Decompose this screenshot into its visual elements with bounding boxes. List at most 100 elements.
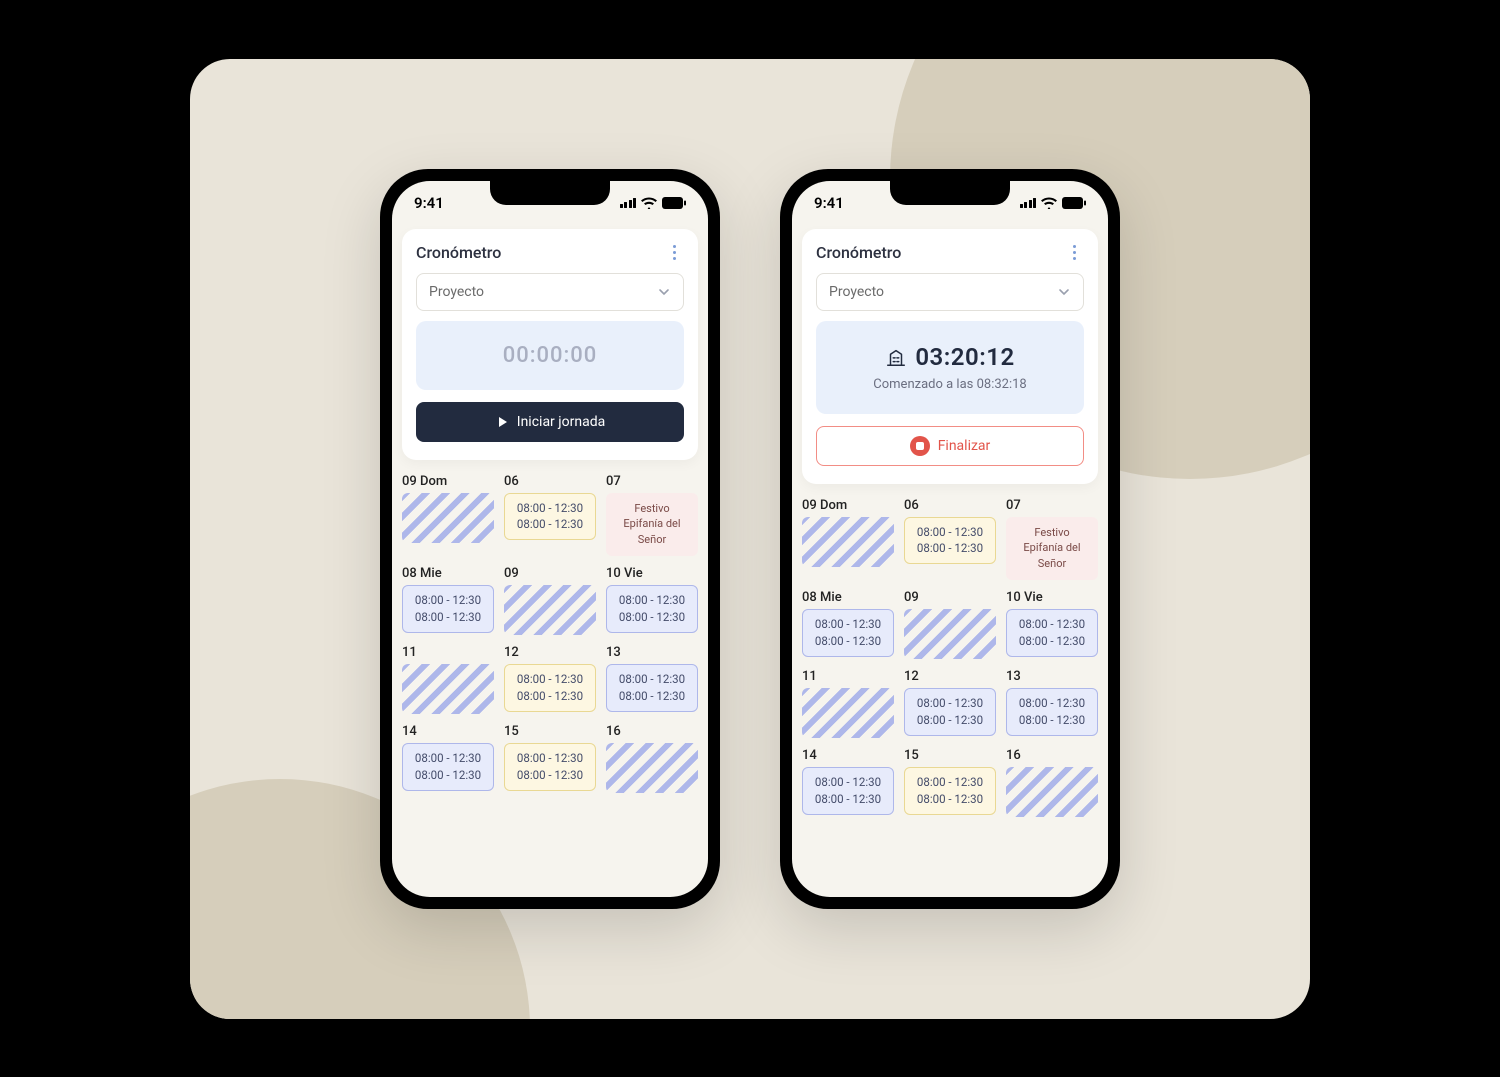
slot-line: 08:00 - 12:30 — [1019, 616, 1085, 633]
shift-slot[interactable]: 08:00 - 12:3008:00 - 12:30 — [1006, 609, 1098, 656]
day-unavailable — [904, 609, 996, 659]
slot-line: 08:00 - 12:30 — [917, 791, 983, 808]
calendar-cell[interactable]: 1508:00 - 12:3008:00 - 12:30 — [504, 724, 596, 793]
day-label: 07 — [1006, 498, 1098, 513]
shift-slot[interactable]: 08:00 - 12:3008:00 - 12:30 — [606, 664, 698, 711]
calendar-cell[interactable]: 09 — [904, 590, 996, 659]
cellular-icon — [1020, 198, 1037, 208]
stop-workday-button[interactable]: Finalizar — [816, 426, 1084, 466]
shift-slot[interactable]: 08:00 - 12:3008:00 - 12:30 — [402, 743, 494, 790]
calendar-cell[interactable]: 16 — [1006, 748, 1098, 817]
day-label: 06 — [504, 474, 596, 489]
shift-slot[interactable]: 08:00 - 12:3008:00 - 12:30 — [504, 664, 596, 711]
day-label: 15 — [904, 748, 996, 763]
slot-line: 08:00 - 12:30 — [815, 774, 881, 791]
day-label: 10 Vie — [606, 566, 698, 581]
slot-line: 08:00 - 12:30 — [517, 516, 583, 533]
day-unavailable — [402, 664, 494, 714]
status-time: 9:41 — [414, 194, 444, 212]
calendar-cell[interactable]: 10 Vie 08:00 - 12:3008:00 - 12:30 — [606, 566, 698, 635]
notch — [890, 181, 1010, 205]
shift-slot[interactable]: 08:00 - 12:3008:00 - 12:30 — [606, 585, 698, 632]
more-menu-icon[interactable] — [664, 243, 684, 263]
slot-line: 08:00 - 12:30 — [917, 524, 983, 541]
slot-line: 08:00 - 12:30 — [415, 750, 481, 767]
calendar-cell[interactable]: 09 Dom — [402, 474, 494, 557]
shift-slot[interactable]: 08:00 - 12:3008:00 - 12:30 — [802, 609, 894, 656]
calendar-cell[interactable]: 10 Vie08:00 - 12:3008:00 - 12:30 — [1006, 590, 1098, 659]
timer-display: 03:20:12 Comenzado a las 08:32:18 — [816, 321, 1084, 414]
day-label: 16 — [1006, 748, 1098, 763]
calendar-cell[interactable]: 1208:00 - 12:3008:00 - 12:30 — [904, 669, 996, 738]
day-unavailable — [1006, 767, 1098, 817]
wifi-icon — [641, 197, 657, 209]
shift-slot[interactable]: 08:00 - 12:3008:00 - 12:30 — [904, 688, 996, 735]
project-select[interactable]: Proyecto — [416, 273, 684, 311]
slot-line: Festivo — [1034, 525, 1069, 541]
chevron-down-icon — [1057, 285, 1071, 299]
slot-line: 08:00 - 12:30 — [517, 767, 583, 784]
battery-icon — [1062, 197, 1086, 209]
start-button-label: Iniciar jornada — [517, 414, 605, 430]
day-label: 08 Mie — [802, 590, 894, 605]
project-select[interactable]: Proyecto — [816, 273, 1084, 311]
shift-slot[interactable]: 08:00 - 12:3008:00 - 12:30 — [504, 493, 596, 540]
start-workday-button[interactable]: Iniciar jornada — [416, 402, 684, 442]
calendar-cell[interactable]: 09 Dom — [802, 498, 894, 581]
status-time: 9:41 — [814, 194, 844, 212]
day-label: 13 — [606, 645, 698, 660]
day-unavailable — [402, 493, 494, 543]
calendar-cell[interactable]: 06 08:00 - 12:3008:00 - 12:30 — [904, 498, 996, 581]
calendar-cell[interactable]: 13 08:00 - 12:3008:00 - 12:30 — [606, 645, 698, 714]
holiday-slot[interactable]: FestivoEpifanía del Señor — [606, 493, 698, 557]
project-select-label: Proyecto — [829, 284, 884, 300]
calendar-cell[interactable]: 11 — [802, 669, 894, 738]
project-select-label: Proyecto — [429, 284, 484, 300]
slot-line: 08:00 - 12:30 — [917, 540, 983, 557]
shift-slot[interactable]: 08:00 - 12:3008:00 - 12:30 — [1006, 688, 1098, 735]
day-label: 07 — [606, 474, 698, 489]
status-bar: 9:41 — [392, 181, 708, 225]
day-label: 16 — [606, 724, 698, 739]
calendar-cell[interactable]: 08 Mie08:00 - 12:3008:00 - 12:30 — [402, 566, 494, 635]
wifi-icon — [1041, 197, 1057, 209]
slot-line: 08:00 - 12:30 — [619, 609, 685, 626]
slot-line: Epifanía del Señor — [612, 516, 692, 548]
day-label: 11 — [402, 645, 494, 660]
building-icon — [885, 346, 907, 368]
calendar-cell[interactable]: 11 — [402, 645, 494, 714]
shift-slot[interactable]: 08:00 - 12:3008:00 - 12:30 — [904, 517, 996, 564]
shift-slot[interactable]: 08:00 - 12:3008:00 - 12:30 — [504, 743, 596, 790]
slot-line: 08:00 - 12:30 — [517, 688, 583, 705]
calendar-cell[interactable]: 07 FestivoEpifanía del Señor — [1006, 498, 1098, 581]
slot-line: 08:00 - 12:30 — [1019, 633, 1085, 650]
calendar-cell[interactable]: 07 FestivoEpifanía del Señor — [606, 474, 698, 557]
calendar-cell[interactable]: 16 — [606, 724, 698, 793]
day-label: 09 — [504, 566, 596, 581]
shift-slot[interactable]: 08:00 - 12:3008:00 - 12:30 — [904, 767, 996, 814]
slot-line: 08:00 - 12:30 — [415, 609, 481, 626]
day-label: 09 Dom — [402, 474, 494, 489]
phone-frame-right: 9:41 Cronómetro Proyecto — [780, 169, 1120, 909]
calendar-cell[interactable]: 1308:00 - 12:3008:00 - 12:30 — [1006, 669, 1098, 738]
calendar-cell[interactable]: 06 08:00 - 12:3008:00 - 12:30 — [504, 474, 596, 557]
calendar-cell[interactable]: 1208:00 - 12:3008:00 - 12:30 — [504, 645, 596, 714]
slot-line: 08:00 - 12:30 — [815, 791, 881, 808]
timer-value: 03:20:12 — [915, 343, 1014, 371]
shift-slot[interactable]: 08:00 - 12:3008:00 - 12:30 — [402, 585, 494, 632]
shift-slot[interactable]: 08:00 - 12:3008:00 - 12:30 — [802, 767, 894, 814]
slot-line: 08:00 - 12:30 — [517, 750, 583, 767]
slot-line: 08:00 - 12:30 — [517, 500, 583, 517]
slot-line: 08:00 - 12:30 — [1019, 712, 1085, 729]
slot-line: 08:00 - 12:30 — [917, 712, 983, 729]
calendar-cell[interactable]: 09 — [504, 566, 596, 635]
calendar-cell[interactable]: 08 Mie 08:00 - 12:3008:00 - 12:30 — [802, 590, 894, 659]
holiday-slot[interactable]: FestivoEpifanía del Señor — [1006, 517, 1098, 581]
calendar-cell[interactable]: 1408:00 - 12:3008:00 - 12:30 — [402, 724, 494, 793]
day-label: 06 — [904, 498, 996, 513]
calendar-cell[interactable]: 1408:00 - 12:3008:00 - 12:30 — [802, 748, 894, 817]
stop-button-label: Finalizar — [938, 438, 991, 454]
slot-line: 08:00 - 12:30 — [415, 767, 481, 784]
calendar-cell[interactable]: 15 08:00 - 12:3008:00 - 12:30 — [904, 748, 996, 817]
more-menu-icon[interactable] — [1064, 243, 1084, 263]
